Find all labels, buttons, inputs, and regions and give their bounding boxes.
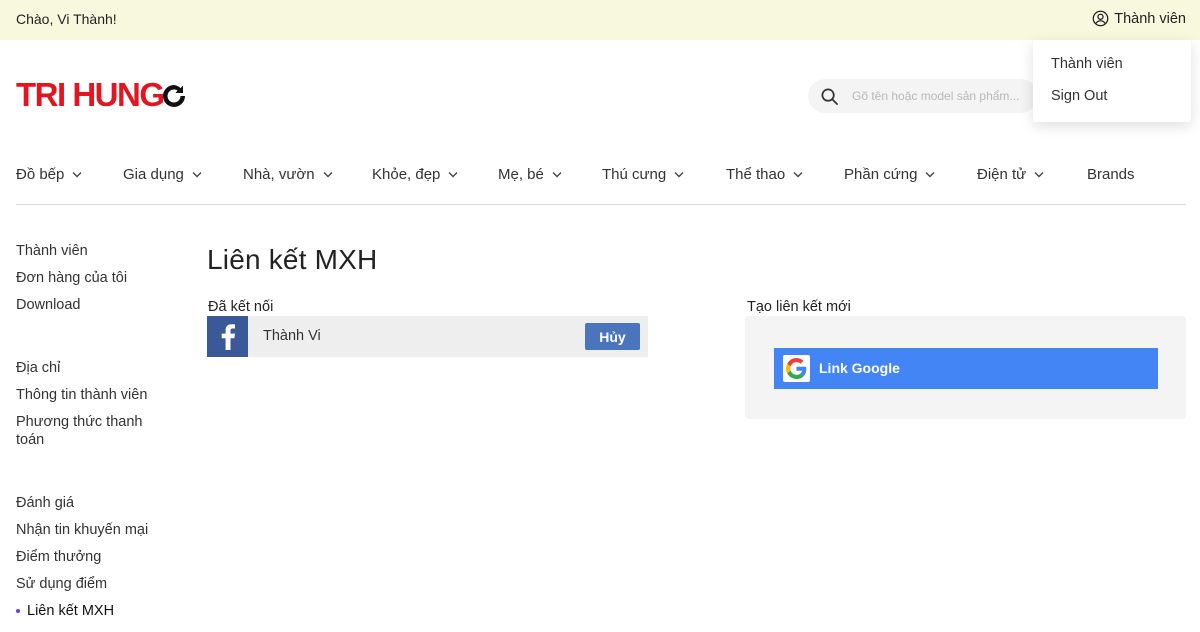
sidebar-item-promotions[interactable]: Nhận tin khuyến mại (16, 521, 166, 539)
link-google-button[interactable]: Link Google (774, 348, 1158, 389)
chevron-down-icon (925, 172, 935, 178)
facebook-icon (207, 316, 248, 357)
nav-item-brands[interactable]: Brands (1087, 166, 1135, 183)
nav-item-gia-dung[interactable]: Gia dụng (123, 166, 202, 183)
search-input[interactable] (852, 86, 1032, 106)
chevron-down-icon (674, 172, 684, 178)
connected-section-label: Đã kết nối (208, 299, 274, 315)
member-menu-link[interactable]: Thành viên (1092, 10, 1186, 27)
new-link-panel: Link Google (745, 316, 1186, 419)
nav-item-the-thao[interactable]: Thể thao (726, 166, 803, 183)
sidebar-item-label: Liên kết MXH (27, 603, 115, 619)
chevron-down-icon (448, 172, 458, 178)
sidebar-item-reviews[interactable]: Đánh giá (16, 494, 166, 512)
chevron-down-icon (72, 172, 82, 178)
nav-item-label: Khỏe, đẹp (372, 166, 441, 183)
cancel-link-button[interactable]: Hủy (585, 323, 640, 350)
nav-item-khoe-dep[interactable]: Khỏe, đẹp (372, 166, 458, 183)
nav-item-phan-cung[interactable]: Phần cứng (844, 166, 935, 183)
search-box (808, 79, 1038, 113)
connected-account-name: Thành Vi (263, 328, 321, 344)
member-dropdown-menu: Thành viên Sign Out (1033, 40, 1191, 122)
user-icon (1092, 10, 1109, 27)
dropdown-item-sign-out[interactable]: Sign Out (1051, 88, 1107, 104)
sidebar-item-social-links[interactable]: Liên kết MXH (16, 602, 166, 620)
nav-item-label: Thú cưng (602, 166, 667, 183)
nav-item-label: Gia dụng (123, 166, 184, 183)
sidebar-item-payment-methods[interactable]: Phương thức thanh toán (16, 413, 161, 449)
link-google-label: Link Google (819, 360, 900, 376)
page-title: Liên kết MXH (207, 244, 378, 275)
nav-item-dien-tu[interactable]: Điện tử (977, 166, 1044, 183)
nav-item-label: Mẹ, bé (498, 166, 544, 183)
sidebar-item-thanh-vien[interactable]: Thành viên (16, 242, 166, 260)
search-icon[interactable] (820, 87, 839, 106)
logo-g-arrow-icon (162, 85, 185, 107)
greeting-text: Chào, Vi Thành! (16, 11, 117, 27)
google-icon (783, 355, 810, 382)
site-logo[interactable]: TRI HUNG (16, 76, 188, 113)
sidebar-item-address[interactable]: Địa chỉ (16, 359, 166, 377)
nav-item-label: Nhà, vườn (243, 166, 315, 183)
chevron-down-icon (192, 172, 202, 178)
nav-item-label: Phần cứng (844, 166, 918, 183)
nav-item-label: Điện tử (977, 166, 1027, 183)
nav-item-me-be[interactable]: Mẹ, bé (498, 166, 562, 183)
sidebar-item-reward-points[interactable]: Điểm thưởng (16, 548, 166, 566)
new-link-section-label: Tạo liên kết mới (747, 299, 851, 315)
sidebar-item-orders[interactable]: Đơn hàng của tôi (16, 269, 166, 287)
chevron-down-icon (793, 172, 803, 178)
connected-account-row: Thành Vi Hủy (207, 316, 648, 357)
member-link-label: Thành viên (1114, 10, 1186, 27)
top-bar: Chào, Vi Thành! Thành viên (0, 0, 1200, 40)
nav-item-label: Brands (1087, 166, 1135, 183)
nav-item-do-bep[interactable]: Đồ bếp (16, 166, 82, 183)
nav-item-nha-vuon[interactable]: Nhà, vườn (243, 166, 333, 183)
chevron-down-icon (1034, 172, 1044, 178)
chevron-down-icon (323, 172, 333, 178)
logo-wordmark: TRI HUNG (16, 76, 165, 113)
sidebar-item-download[interactable]: Download (16, 296, 166, 314)
sidebar-item-member-info[interactable]: Thông tin thành viên (16, 386, 166, 404)
nav-divider (16, 204, 1186, 205)
nav-item-thu-cung[interactable]: Thú cưng (602, 166, 684, 183)
chevron-down-icon (552, 172, 562, 178)
nav-item-label: Thể thao (726, 166, 786, 183)
dropdown-item-member[interactable]: Thành viên (1051, 56, 1123, 72)
nav-item-label: Đồ bếp (16, 166, 65, 183)
sidebar-item-use-points[interactable]: Sử dụng điểm (16, 575, 166, 593)
main-nav: Đồ bếp Gia dụng Nhà, vườn Khỏe, đẹp Mẹ, … (16, 166, 1186, 188)
